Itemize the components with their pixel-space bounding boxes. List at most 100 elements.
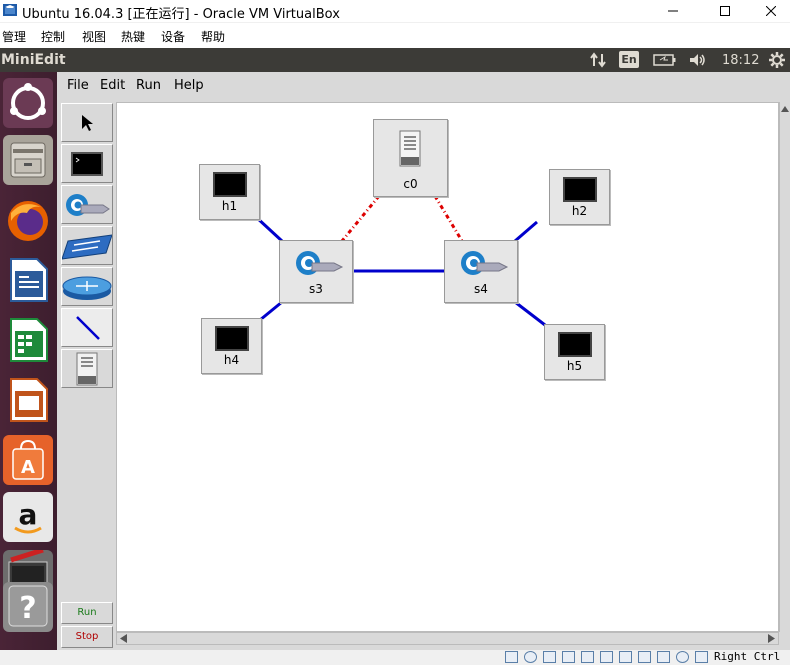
switch-s3[interactable]: s3 <box>279 240 353 303</box>
ubuntu-top-panel: MiniEdit En 18:12 <box>0 48 790 72</box>
audio-icon[interactable] <box>543 651 556 663</box>
tool-select-button[interactable] <box>61 103 113 142</box>
vm-status-bar: Right Ctrl <box>0 650 790 665</box>
switch-s4[interactable]: s4 <box>444 240 518 303</box>
scroll-right-icon[interactable] <box>765 633 777 644</box>
video-capture-icon[interactable] <box>638 651 651 663</box>
link-h4-s3[interactable] <box>259 300 283 322</box>
legacy-switch-icon <box>62 233 112 260</box>
svg-text:?: ? <box>19 591 36 626</box>
ubuntu-launcher: A a ? <box>0 72 58 665</box>
launcher-software-button[interactable]: A <box>3 435 53 485</box>
node-label-h1: h1 <box>221 199 238 213</box>
host-menu-manage[interactable]: 管理 <box>2 28 26 45</box>
launcher-impress-button[interactable] <box>3 375 53 425</box>
link-s4-h5[interactable] <box>514 300 546 327</box>
scroll-left-icon[interactable] <box>118 633 130 644</box>
shared-folders-icon[interactable] <box>600 651 613 663</box>
cursor-arrow-icon <box>82 114 93 131</box>
impress-icon <box>10 378 48 422</box>
launcher-calc-button[interactable] <box>3 315 53 365</box>
keyboard-layout-indicator[interactable]: En <box>619 51 639 68</box>
minimize-icon <box>668 10 678 12</box>
launcher-files-button[interactable] <box>3 135 53 185</box>
host-menu-view[interactable]: 视图 <box>82 28 106 45</box>
gear-icon[interactable] <box>768 51 786 69</box>
openflow-switch-icon <box>296 251 344 275</box>
usb-icon[interactable] <box>581 651 594 663</box>
host-h1[interactable]: h1 <box>199 164 260 220</box>
keyboard-capture-icon[interactable] <box>695 651 708 663</box>
host-menu-control[interactable]: 控制 <box>41 28 65 45</box>
volume-icon[interactable] <box>688 51 708 69</box>
stop-button[interactable]: Stop <box>61 626 113 648</box>
terminal-icon <box>563 177 597 202</box>
host-key-label: Right Ctrl <box>714 650 781 663</box>
close-button[interactable] <box>748 0 790 22</box>
link-h1-s3[interactable] <box>254 215 284 243</box>
tool-switch-button[interactable] <box>61 185 113 224</box>
openflow-switch-icon <box>66 193 110 216</box>
controller-c0[interactable]: c0 <box>373 119 448 197</box>
controller-server-icon <box>399 130 421 167</box>
host-h4[interactable]: h4 <box>201 318 262 374</box>
tool-legacy-router-button[interactable] <box>61 267 113 306</box>
topology-canvas[interactable]: c0 h1 h2 s3 s4 h4 h5 <box>116 102 779 632</box>
amazon-icon: a <box>14 498 42 534</box>
link-s4-h2[interactable] <box>514 220 538 243</box>
openflow-switch-icon <box>461 251 509 275</box>
menu-edit[interactable]: Edit <box>100 78 125 93</box>
horizontal-scrollbar[interactable] <box>116 632 779 645</box>
node-label-c0: c0 <box>403 177 418 191</box>
hard-disk-icon[interactable] <box>505 651 518 663</box>
display-icon[interactable] <box>619 651 632 663</box>
tool-legacy-switch-button[interactable] <box>61 226 113 265</box>
close-icon <box>766 6 776 16</box>
tool-controller-button[interactable] <box>61 349 113 388</box>
host-h5[interactable]: h5 <box>544 324 605 380</box>
launcher-writer-button[interactable] <box>3 255 53 305</box>
scroll-up-icon[interactable] <box>780 104 790 114</box>
menu-run[interactable]: Run <box>136 78 161 93</box>
active-app-name: MiniEdit <box>1 52 66 68</box>
battery-icon[interactable] <box>653 51 677 69</box>
legacy-router-icon <box>62 276 112 300</box>
network-adapter-icon[interactable] <box>562 651 575 663</box>
launcher-help-button[interactable]: ? <box>3 582 53 632</box>
vertical-scrollbar[interactable] <box>779 102 790 632</box>
tool-netlink-button[interactable] <box>61 308 113 347</box>
virtualization-icon[interactable] <box>657 651 670 663</box>
maximize-button[interactable] <box>702 0 748 22</box>
network-icon[interactable] <box>589 51 607 69</box>
host-menu-help[interactable]: 帮助 <box>201 28 225 45</box>
launcher-amazon-button[interactable]: a <box>3 492 53 542</box>
optical-drive-icon[interactable] <box>524 651 537 663</box>
calc-icon <box>10 318 48 362</box>
host-menu-devices[interactable]: 设备 <box>161 28 185 45</box>
launcher-firefox-button[interactable] <box>3 195 53 245</box>
svg-text:a: a <box>19 498 38 531</box>
tool-host-button[interactable] <box>61 144 113 183</box>
launcher-dash-button[interactable] <box>3 78 53 128</box>
host-h2[interactable]: h2 <box>549 169 610 225</box>
control-link-c0-s4[interactable] <box>433 195 464 242</box>
node-label-h5: h5 <box>566 359 583 373</box>
terminal-icon <box>215 326 249 351</box>
writer-icon <box>10 258 48 302</box>
host-terminal-icon <box>71 151 103 176</box>
miniedit-menu-bar: File Edit Run Help <box>61 72 790 100</box>
menu-file[interactable]: File <box>67 78 89 93</box>
control-link-c0-s3[interactable] <box>340 195 381 242</box>
firefox-icon <box>8 201 48 241</box>
host-menu-hotkey[interactable]: 热键 <box>121 28 145 45</box>
clock[interactable]: 18:12 <box>722 53 759 68</box>
minimize-button[interactable] <box>650 0 696 22</box>
run-button[interactable]: Run <box>61 602 113 624</box>
file-cabinet-icon <box>10 142 46 178</box>
maximize-icon <box>720 6 730 16</box>
vm-title-bar: Ubuntu 16.04.3 [正在运行] - Oracle VM Virtua… <box>0 0 790 22</box>
mouse-integration-icon[interactable] <box>676 651 689 663</box>
svg-text:A: A <box>21 457 35 478</box>
menu-help[interactable]: Help <box>174 78 204 93</box>
virtualbox-icon <box>3 4 17 16</box>
